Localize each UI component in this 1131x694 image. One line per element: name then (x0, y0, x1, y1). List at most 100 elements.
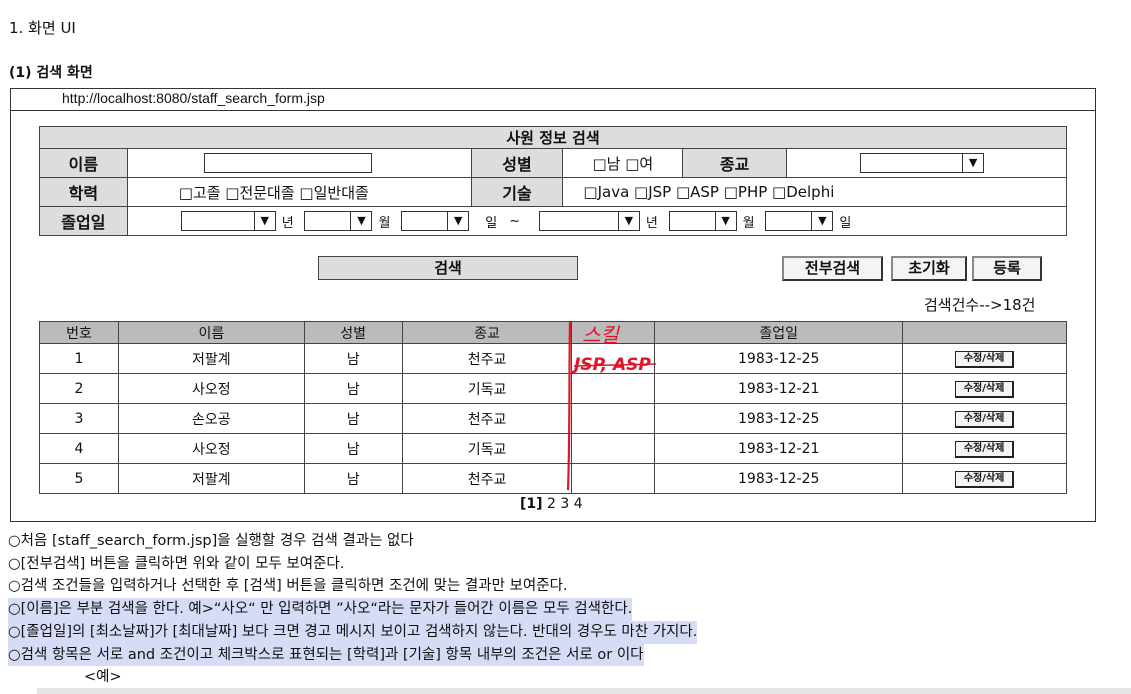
graduation-label: 졸업일 (39, 206, 128, 236)
annotation-header-text: 스킬 (582, 323, 620, 347)
cell-name: 사오정 (117, 373, 305, 404)
cell-religion: 천주교 (401, 403, 573, 434)
chevron-down-icon: ▼ (962, 154, 983, 172)
cell-gender: 남 (303, 373, 403, 404)
edit-delete-button[interactable]: 수정/삭제 (954, 441, 1015, 458)
table-row: 3 손오공 남 천주교 1983-12-25 수정/삭제 (39, 403, 1067, 434)
chevron-down-icon: ▼ (811, 212, 832, 230)
cell-name: 사오정 (117, 433, 305, 464)
cell-grad: 1983-12-25 (654, 463, 904, 494)
cell-religion: 천주교 (401, 463, 573, 494)
cell-grad: 1983-12-25 (654, 403, 904, 434)
day-unit: 일 (839, 215, 852, 231)
year-unit: 년 (281, 215, 294, 231)
cell-religion: 기독교 (401, 373, 573, 404)
search-form-title: 사원 정보 검색 (39, 126, 1067, 149)
education-label: 학력 (39, 177, 128, 207)
note-item: ○검색 항목은 서로 and 조건이고 체크박스로 표현되는 [학력]과 [기술… (8, 643, 644, 667)
gender-checkboxes[interactable]: □남 □여 (592, 155, 653, 173)
edit-delete-button[interactable]: 수정/삭제 (954, 411, 1015, 428)
chevron-down-icon: ▼ (714, 212, 736, 230)
grad-to-month-select[interactable]: ▼ (668, 211, 737, 231)
cell-no: 3 (39, 403, 119, 434)
cell-religion: 천주교 (401, 343, 573, 374)
page-current[interactable]: [1] (520, 496, 543, 512)
page-links[interactable]: 2 3 4 (547, 496, 583, 512)
skills-label: 기술 (470, 177, 564, 207)
range-tilde: ~ (509, 213, 521, 229)
cell-gender: 남 (303, 463, 403, 494)
grad-to-year-select[interactable]: ▼ (538, 211, 640, 231)
table-row: 2 사오정 남 기독교 1983-12-21 수정/삭제 (39, 373, 1067, 404)
cell-religion: 기독교 (401, 433, 573, 464)
name-input[interactable] (203, 153, 372, 173)
gender-label: 성별 (470, 148, 564, 178)
address-bar-url[interactable]: http://localhost:8080/staff_search_form.… (62, 90, 325, 106)
note-item: ○[전부검색] 버튼을 클릭하면 위와 같이 모두 보여준다. (8, 555, 345, 572)
col-header-no: 번호 (39, 321, 119, 344)
grad-from-day-select[interactable]: ▼ (401, 211, 470, 231)
subsection-title: (1) 검색 화면 (9, 65, 93, 81)
cell-name: 저팔계 (117, 463, 305, 494)
search-button[interactable]: 검색 (318, 256, 578, 280)
annotation-divider-line (566, 321, 572, 491)
chevron-down-icon: ▼ (447, 212, 468, 230)
col-header-religion: 종교 (401, 321, 573, 344)
bottom-scrollbar[interactable] (37, 688, 1131, 694)
section-title: 1. 화면 UI (9, 19, 76, 37)
cell-no: 2 (39, 373, 119, 404)
name-label: 이름 (39, 148, 128, 178)
table-row: 5 저팔계 남 천주교 1983-12-25 수정/삭제 (39, 463, 1067, 494)
example-label: <예> (84, 669, 122, 686)
month-unit: 월 (742, 215, 755, 231)
annotation-example-text: JSP, ASP (571, 355, 651, 375)
cell-grad: 1983-12-21 (654, 433, 904, 464)
cell-grad: 1983-12-25 (654, 343, 904, 374)
search-form-table: 사원 정보 검색 이름 성별 □남 □여 종교 ▼ 학력 □고졸 □전문대졸 □… (39, 126, 1068, 236)
result-count: 검색건수-->18건 (924, 296, 1036, 314)
cell-no: 4 (39, 433, 119, 464)
table-row: 4 사오정 남 기독교 1983-12-21 수정/삭제 (39, 433, 1067, 464)
cell-gender: 남 (303, 403, 403, 434)
note-item: ○처음 [staff_search_form.jsp]을 실행할 경우 검색 결… (8, 533, 414, 549)
results-table: 번호 이름 성별 종교 졸업일 1 저팔계 남 천주교 1983-12-25 수… (39, 321, 1067, 494)
edit-delete-button[interactable]: 수정/삭제 (954, 351, 1015, 368)
cell-gender: 남 (303, 343, 403, 374)
grad-from-month-select[interactable]: ▼ (304, 211, 373, 231)
year-unit: 년 (645, 215, 658, 231)
chevron-down-icon: ▼ (617, 212, 639, 230)
cell-no: 1 (39, 343, 119, 374)
cell-grad: 1983-12-21 (654, 373, 904, 404)
note-item: ○검색 조건들을 입력하거나 선택한 후 [검색] 버튼을 클릭하면 조건에 맞… (8, 578, 568, 595)
handwritten-skill-annotation: 스킬 JSP, ASP (566, 321, 657, 491)
religion-label: 종교 (682, 148, 788, 178)
notes-list: ○처음 [staff_search_form.jsp]을 실행할 경우 검색 결… (8, 530, 698, 689)
cell-name: 저팔계 (117, 343, 305, 374)
grad-from-year-select[interactable]: ▼ (180, 211, 276, 231)
chevron-down-icon: ▼ (253, 212, 275, 230)
address-bar-divider (10, 110, 1096, 111)
skills-checkboxes[interactable]: □Java □JSP □ASP □PHP □Delphi (583, 183, 834, 201)
edit-delete-button[interactable]: 수정/삭제 (954, 471, 1015, 488)
religion-select[interactable]: ▼ (860, 153, 985, 173)
chevron-down-icon: ▼ (350, 212, 371, 230)
cell-name: 손오공 (117, 403, 305, 434)
note-item: ○[이름]은 부분 검색을 한다. 예>“사오“ 만 입력하면 ”사오“라는 문… (8, 598, 633, 621)
col-header-name: 이름 (117, 321, 305, 344)
reset-button[interactable]: 초기화 (891, 256, 967, 281)
month-unit: 월 (378, 215, 391, 231)
pagination: [1] 2 3 4 (520, 496, 583, 512)
edit-delete-button[interactable]: 수정/삭제 (954, 381, 1015, 398)
col-header-action (902, 321, 1067, 344)
search-all-button[interactable]: 전부검색 (782, 256, 883, 281)
day-unit: 일 (485, 215, 498, 231)
col-header-gender: 성별 (303, 321, 403, 344)
register-button[interactable]: 등록 (972, 256, 1042, 281)
cell-no: 5 (39, 463, 119, 494)
education-checkboxes[interactable]: □고졸 □전문대졸 □일반대졸 (179, 184, 369, 202)
note-item: ○[졸업일]의 [최소날짜]가 [최대날짜] 보다 크면 경고 메시지 보이고 … (8, 620, 698, 644)
grad-to-day-select[interactable]: ▼ (765, 211, 834, 231)
cell-gender: 남 (303, 433, 403, 464)
col-header-grad: 졸업일 (654, 321, 904, 344)
table-row: 1 저팔계 남 천주교 1983-12-25 수정/삭제 (39, 343, 1067, 374)
